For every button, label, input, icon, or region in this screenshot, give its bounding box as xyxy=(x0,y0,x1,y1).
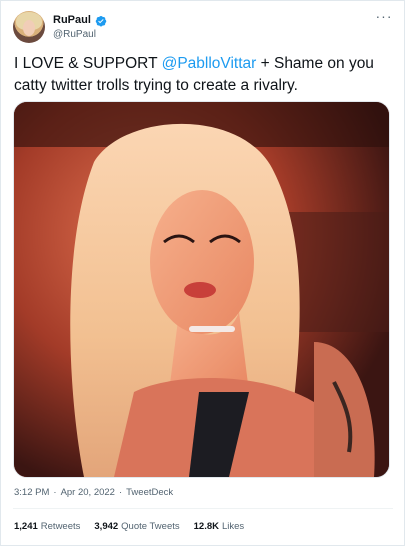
likes-count: 12.8K xyxy=(193,521,219,532)
divider xyxy=(13,508,393,509)
avatar-face xyxy=(23,20,35,36)
author-handle[interactable]: @RuPaul xyxy=(53,29,96,40)
tweet-stats: 1,241 Retweets 3,942 Quote Tweets 12.8K Lik… xyxy=(14,521,244,532)
likes-stat[interactable]: 12.8K Likes xyxy=(194,521,245,532)
tweet-meta: 3:12 PM · Apr 20, 2022 · TweetDeck xyxy=(14,487,173,498)
quotes-stat[interactable]: 3,942 Quote Tweets xyxy=(94,521,179,532)
more-horizontal-icon[interactable]: ··· xyxy=(375,9,393,25)
verified-badge-icon xyxy=(95,14,107,27)
tweet-date[interactable]: Apr 20, 2022 xyxy=(61,487,115,498)
tweet-time[interactable]: 3:12 PM xyxy=(14,487,49,498)
portrait-illustration xyxy=(14,102,389,477)
retweets-label: Retweets xyxy=(40,521,81,532)
avatar[interactable] xyxy=(13,11,45,43)
tweet-text: I LOVE & SUPPORT @PablloVittar + Shame o… xyxy=(14,53,394,97)
quotes-count: 3,942 xyxy=(94,521,119,532)
meta-separator: · xyxy=(53,487,57,498)
tweet-text-before: I LOVE & SUPPORT xyxy=(14,55,162,72)
quotes-label: Quote Tweets xyxy=(121,521,180,532)
retweets-count: 1,241 xyxy=(14,521,38,532)
tweet-source[interactable]: TweetDeck xyxy=(126,487,173,498)
author-name-row: RuPaul xyxy=(53,13,107,27)
meta-separator: · xyxy=(118,487,123,498)
tweet-card: RuPaul @RuPaul ··· I LOVE & SUPPORT @Pab… xyxy=(0,0,405,546)
likes-label: Likes xyxy=(221,521,245,532)
tweet-photo[interactable] xyxy=(13,101,390,478)
mention-link[interactable]: @PablloVittar xyxy=(162,55,257,72)
retweets-stat[interactable]: 1,241 Retweets xyxy=(14,521,80,532)
author-name[interactable]: RuPaul xyxy=(53,14,91,26)
tweet-header: RuPaul @RuPaul ··· xyxy=(1,1,404,49)
